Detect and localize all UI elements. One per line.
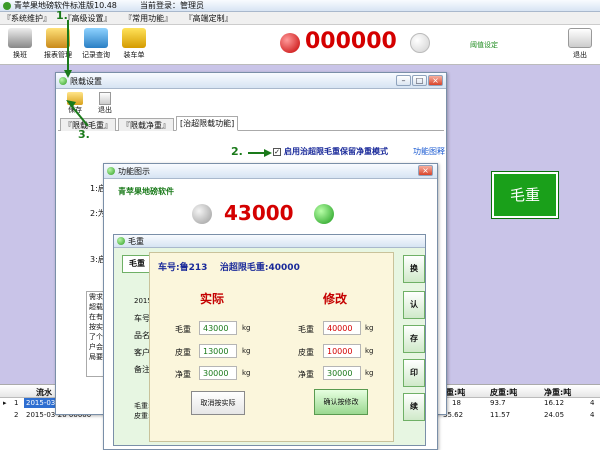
annotation-1: 1. bbox=[56, 9, 68, 22]
limit-dialog-titlebar: 限载设置 – □ × bbox=[56, 73, 446, 89]
unit-label: kg bbox=[365, 347, 374, 355]
save-button[interactable]: 保存 bbox=[64, 92, 86, 115]
threshold-link[interactable]: 阈值设定 bbox=[470, 40, 498, 50]
shift-icon bbox=[8, 28, 32, 48]
modify-tare-label: 皮重 bbox=[298, 348, 314, 357]
annotation-3: 3. bbox=[78, 128, 90, 141]
gross-main-panel: 车号:鲁213 治超限毛重:40000 实际 修改 毛重 kg 毛重 kg 皮重… bbox=[149, 252, 394, 442]
function-weight: 43000 bbox=[224, 201, 294, 225]
cancel-actual-button[interactable]: 取消按实际 bbox=[191, 391, 245, 415]
behind-button: 存 bbox=[403, 325, 425, 353]
grid-header-net: 净重:吨 bbox=[544, 388, 572, 397]
actual-tare-field[interactable] bbox=[199, 344, 237, 358]
tool-record-button[interactable]: 记录查询 bbox=[78, 28, 114, 60]
exit-button[interactable]: 退出 bbox=[562, 28, 598, 60]
report-icon bbox=[46, 28, 70, 48]
maximize-icon[interactable]: □ bbox=[412, 75, 427, 86]
behind-button: 印 bbox=[403, 359, 425, 387]
annotation-2: 2. bbox=[231, 145, 243, 158]
gross-dialog-title: 毛重 bbox=[128, 237, 144, 246]
off-status-light bbox=[410, 33, 430, 53]
gross-logo-icon bbox=[117, 237, 125, 245]
gross-dialog-titlebar: 毛重 bbox=[114, 235, 425, 248]
modify-heading: 修改 bbox=[323, 292, 348, 306]
unit-label: kg bbox=[242, 347, 251, 355]
function-header: 青苹果地磅软件 bbox=[118, 187, 174, 196]
menu-system[interactable]: 『系统维护』 bbox=[3, 14, 51, 23]
overload-checkbox[interactable]: ✓ bbox=[273, 148, 281, 156]
tab-overload-limit[interactable]: [治超限载功能] bbox=[176, 116, 239, 131]
function-dialog-titlebar: 功能图示 × bbox=[104, 164, 437, 179]
modify-net-label: 净重 bbox=[298, 370, 314, 379]
actual-tare-label: 皮重 bbox=[175, 348, 191, 357]
menu-common[interactable]: 『常用功能』 bbox=[124, 14, 172, 23]
gross-dialog: 毛重 毛重 2015 车号 品名 客户 备注 毛重: 皮重: 换 认 存 印 续… bbox=[113, 234, 426, 446]
actual-gross-label: 毛重 bbox=[175, 325, 191, 334]
function-dialog-title: 功能图示 bbox=[118, 167, 150, 176]
function-logo-icon bbox=[107, 167, 115, 175]
tool-report-button[interactable]: 报表管理 bbox=[40, 28, 76, 60]
actual-net-label: 净重 bbox=[175, 370, 191, 379]
overload-checkbox-label[interactable]: 启用治超限毛重保留净重模式 bbox=[284, 146, 388, 157]
help-link[interactable]: 功能图释 bbox=[413, 146, 445, 157]
modify-gross-label: 毛重 bbox=[298, 325, 314, 334]
unit-label: kg bbox=[242, 369, 251, 377]
close-icon[interactable]: × bbox=[428, 75, 443, 86]
menu-bar: 『系统维护』 『高级设置』 『常用功能』 『高端定制』 bbox=[0, 12, 600, 25]
login-label: 当前登录：管理员 bbox=[140, 1, 204, 10]
menu-custom[interactable]: 『高端定制』 bbox=[185, 14, 233, 23]
grid-header-serial: 流水 bbox=[36, 388, 52, 397]
dialog-exit-icon bbox=[99, 92, 111, 105]
behind-button: 续 bbox=[403, 393, 425, 421]
menu-advanced[interactable]: 『高级设置』 bbox=[64, 14, 112, 23]
red-status-light bbox=[280, 33, 300, 53]
save-icon bbox=[67, 92, 83, 105]
gross-header: 车号:鲁213 治超限毛重:40000 bbox=[158, 263, 300, 273]
modify-net-field[interactable] bbox=[323, 366, 361, 380]
dialog-exit-button[interactable]: 退出 bbox=[94, 92, 116, 115]
actual-heading: 实际 bbox=[200, 292, 225, 306]
gross-weight-side-button[interactable]: 毛重 bbox=[491, 171, 559, 219]
function-close-icon[interactable]: × bbox=[418, 165, 433, 176]
behind-button: 认 bbox=[403, 291, 425, 319]
main-titlebar: 青苹果地磅软件标准版10.48 当前登录：管理员 bbox=[0, 0, 600, 12]
dialog-logo-icon bbox=[59, 77, 67, 85]
confirm-modify-button[interactable]: 确认按修改 bbox=[314, 389, 368, 415]
tab-net-limit[interactable]: 『限载净重』 bbox=[118, 118, 174, 131]
record-icon bbox=[84, 28, 108, 48]
modify-tare-field[interactable] bbox=[323, 344, 361, 358]
tool-shift-button[interactable]: 换班 bbox=[2, 28, 38, 60]
main-weight: 000000 bbox=[305, 29, 397, 54]
unit-label: kg bbox=[365, 369, 374, 377]
unit-label: kg bbox=[242, 324, 251, 332]
function-display-bar bbox=[362, 202, 432, 226]
tool-loading-button[interactable]: 装车单 bbox=[116, 28, 152, 60]
truck-icon bbox=[122, 28, 146, 48]
behind-button: 换 bbox=[403, 255, 425, 283]
modify-gross-field[interactable] bbox=[323, 321, 361, 335]
function-gray-light bbox=[192, 204, 212, 224]
gross-behind-tab: 毛重 bbox=[122, 255, 152, 273]
actual-net-field[interactable] bbox=[199, 366, 237, 380]
minimize-icon[interactable]: – bbox=[396, 75, 411, 86]
actual-gross-field[interactable] bbox=[199, 321, 237, 335]
grid-header-tare: 皮重:吨 bbox=[490, 388, 518, 397]
limit-dialog-title: 限载设置 bbox=[70, 77, 102, 86]
unit-label: kg bbox=[365, 324, 374, 332]
exit-icon bbox=[568, 28, 592, 48]
function-green-light bbox=[314, 204, 334, 224]
app-logo-icon bbox=[3, 2, 11, 10]
